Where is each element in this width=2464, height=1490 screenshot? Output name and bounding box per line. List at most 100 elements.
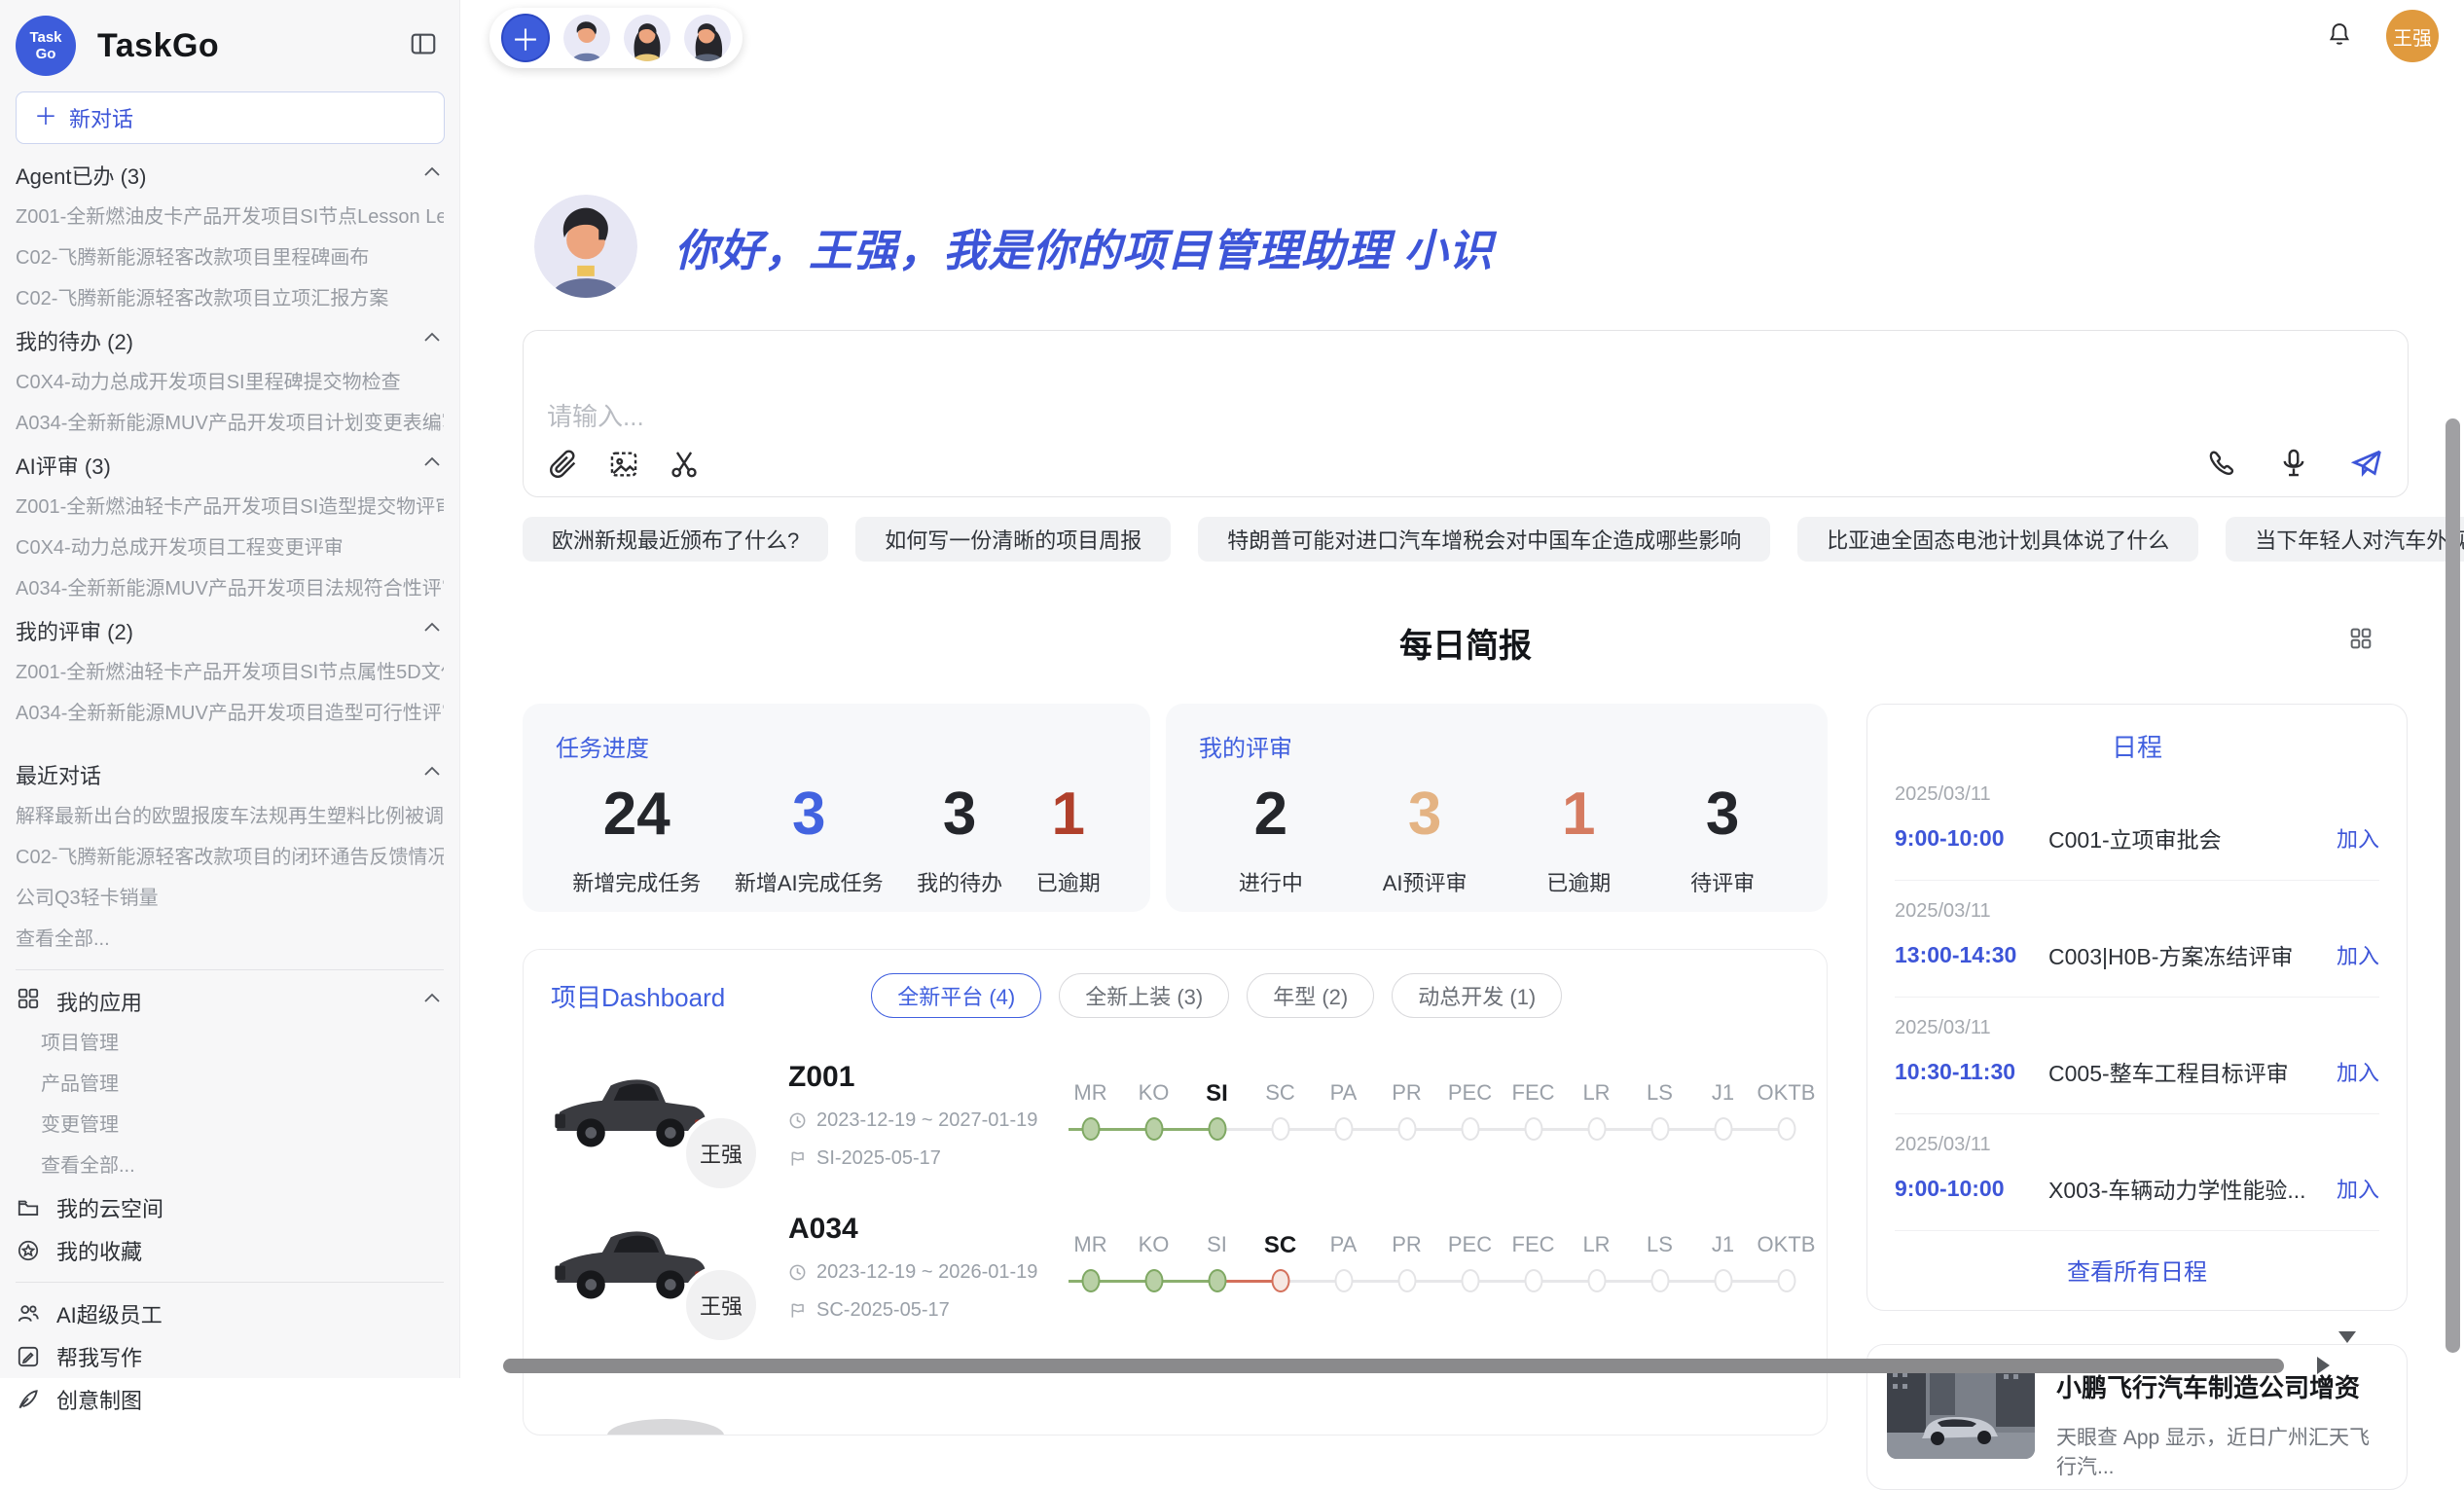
cloud-space-icon	[16, 1195, 41, 1220]
sidebar-item[interactable]: C02-飞腾新能源轻客改款项目里程碑画布	[16, 237, 444, 278]
join-meeting-link[interactable]: 加入	[2337, 1173, 2379, 1204]
stats-row: 24新增完成任务3新增AI完成任务3我的待办1已逾期	[556, 781, 1117, 897]
join-meeting-link[interactable]: 加入	[2337, 939, 2379, 970]
sidebar-item[interactable]: C0X4-动力总成开发项目SI里程碑提交物检查	[16, 362, 444, 403]
project-milestone-date: SI-2025-05-17	[816, 1147, 941, 1170]
recent-chat-item[interactable]: C02-飞腾新能源轻客改款项目的闭环通告反馈情况	[16, 837, 444, 878]
milestone-dot	[1208, 1117, 1226, 1141]
assistant-avatar	[534, 195, 637, 298]
app-item[interactable]: 变更管理	[16, 1105, 444, 1145]
my-apps-title-group: 我的应用	[16, 986, 142, 1017]
scroll-right-arrow[interactable]	[2317, 1357, 2330, 1374]
member-avatar[interactable]	[684, 15, 731, 61]
project-info: A0342023-12-19 ~ 2026-01-19SC-2025-05-17	[788, 1213, 1049, 1322]
dashboard-tab[interactable]: 动总开发 (1)	[1392, 973, 1562, 1018]
suggestion-chip[interactable]: 欧洲新规最近颁布了什么?	[523, 517, 828, 562]
sidebar-section-header[interactable]: Agent已办 (3)	[16, 154, 444, 197]
schedule-meeting-title: C003|H0B-方案冻结评审	[2048, 938, 2337, 971]
sidebar-item[interactable]: Z001-全新燃油皮卡产品开发项目SI节点Lesson Learn报告	[16, 197, 444, 237]
sidebar-section-header[interactable]: AI评审 (3)	[16, 444, 444, 487]
sidebar-collapse-icon[interactable]	[409, 29, 438, 63]
join-meeting-link[interactable]: 加入	[2337, 822, 2379, 854]
scroll-down-arrow[interactable]	[2338, 1331, 2356, 1343]
chevron-up-icon	[420, 451, 444, 480]
send-icon[interactable]	[2349, 446, 2384, 481]
layout-grid-icon[interactable]	[2347, 625, 2374, 657]
view-all-apps-link[interactable]: 查看全部...	[16, 1145, 444, 1186]
recent-chat-item[interactable]: 公司Q3轻卡销量	[16, 878, 444, 919]
milestone-dot	[1271, 1269, 1289, 1292]
new-chat-button[interactable]: ＋ 新对话	[16, 91, 445, 144]
write-icon	[16, 1344, 41, 1369]
stat-label: 新增AI完成任务	[735, 866, 884, 897]
milestone-dot	[1081, 1269, 1100, 1292]
scissors-icon[interactable]	[668, 448, 701, 481]
sidebar-item[interactable]: Z001-全新燃油轻卡产品开发项目SI节点属性5D文件评审	[16, 652, 444, 693]
sidebar-tool-item[interactable]: AI超级员工	[16, 1292, 444, 1335]
vertical-scrollbar[interactable]	[2446, 418, 2460, 1353]
sidebar-item[interactable]: A034-全新新能源MUV产品开发项目造型可行性评审	[16, 693, 444, 734]
milestone-dot	[1144, 1117, 1163, 1141]
member-avatar[interactable]	[563, 15, 610, 61]
dashboard-tab[interactable]: 全新平台 (4)	[871, 973, 1041, 1018]
schedule-time: 9:00-10:00	[1895, 1176, 2048, 1202]
add-session-button[interactable]: ＋	[501, 14, 550, 62]
schedule-time: 13:00-14:30	[1895, 942, 2048, 968]
briefing-card: 我的评审2进行中3AI预评审1已逾期3待评审	[1166, 704, 1828, 912]
stat-block: 1已逾期	[1036, 781, 1101, 897]
milestone-cell	[1755, 1259, 1818, 1302]
suggestion-chip[interactable]: 如何写一份清晰的项目周报	[855, 517, 1171, 562]
join-meeting-link[interactable]: 加入	[2337, 1056, 2379, 1087]
view-all-chats-link[interactable]: 查看全部...	[16, 919, 444, 960]
sidebar-section-header-my-apps[interactable]: 我的应用	[16, 980, 444, 1023]
sidebar-tool-item[interactable]: 创意制图	[16, 1378, 444, 1421]
sidebar-item[interactable]: C02-飞腾新能源轻客改款项目立项汇报方案	[16, 278, 444, 319]
sidebar-item-cloud-space[interactable]: 我的云空间	[16, 1186, 444, 1229]
project-list: 王强Z0012023-12-19 ~ 2027-01-19SI-2025-05-…	[551, 1061, 1799, 1322]
milestone-label: PA	[1312, 1232, 1375, 1259]
chevron-up-icon	[420, 760, 444, 789]
view-all-schedule-link[interactable]: 查看所有日程	[1895, 1231, 2379, 1296]
recent-chat-item[interactable]: 解释最新出台的欧盟报废车法规再生塑料比例被调至15%...	[16, 796, 444, 837]
sidebar-item[interactable]: Z001-全新燃油轻卡产品开发项目SI造型提交物评审	[16, 487, 444, 527]
sidebar-tool-item[interactable]: 帮我写作	[16, 1335, 444, 1378]
suggestion-chip[interactable]: 特朗普可能对进口汽车增税会对中国车企造成哪些影响	[1198, 517, 1770, 562]
paperclip-icon[interactable]	[547, 448, 580, 481]
project-row[interactable]: 王强Z0012023-12-19 ~ 2027-01-19SI-2025-05-…	[551, 1061, 1799, 1170]
sidebar-section-header[interactable]: 我的评审 (2)	[16, 609, 444, 652]
app-item[interactable]: 产品管理	[16, 1064, 444, 1105]
sidebar-item-favorites[interactable]: 我的收藏	[16, 1229, 444, 1272]
stat-block: 3新增AI完成任务	[735, 781, 884, 897]
app-item[interactable]: 项目管理	[16, 1023, 444, 1064]
phone-icon[interactable]	[2205, 447, 2238, 480]
horizontal-scrollbar[interactable]	[503, 1359, 2284, 1373]
milestone-label: MR	[1059, 1232, 1122, 1259]
milestone-dot	[1081, 1117, 1100, 1141]
suggestion-chip[interactable]: 比亚迪全固态电池计划具体说了什么	[1797, 517, 2198, 562]
member-avatar[interactable]	[624, 15, 670, 61]
dashboard-tab[interactable]: 年型 (2)	[1247, 973, 1374, 1018]
project-code: Z001	[788, 1061, 1049, 1094]
milestone-dot	[1714, 1269, 1732, 1292]
project-owner-badge: 王强	[681, 1265, 761, 1345]
sidebar-item[interactable]: C0X4-动力总成开发项目工程变更评审	[16, 527, 444, 568]
project-row[interactable]: 王强A0342023-12-19 ~ 2026-01-19SC-2025-05-…	[551, 1213, 1799, 1322]
sidebar-section-header[interactable]: 我的待办 (2)	[16, 319, 444, 362]
star-icon	[16, 1238, 41, 1263]
schedule-item: 2025/03/119:00-10:00C001-立项审批会加入	[1895, 764, 2379, 881]
app-logo[interactable]: Task Go	[16, 16, 76, 76]
milestone-cell	[1185, 1259, 1249, 1302]
suggestion-chip[interactable]: 当下年轻人对汽车外观有怎样的喜好趋势	[2226, 517, 2464, 562]
stat-value: 2	[1239, 781, 1303, 849]
milestone-cell	[1185, 1108, 1249, 1150]
sidebar-section-header[interactable]: 最近对话	[16, 753, 444, 796]
image-icon[interactable]	[607, 448, 640, 481]
sidebar-item[interactable]: A034-全新新能源MUV产品开发项目计划变更表编写	[16, 403, 444, 444]
user-avatar[interactable]: 王强	[2386, 10, 2439, 62]
sidebar-item[interactable]: A034-全新新能源MUV产品开发项目法规符合性评审	[16, 568, 444, 609]
briefing-card-title: 任务进度	[556, 729, 1117, 763]
message-input[interactable]	[537, 339, 2094, 436]
microphone-icon[interactable]	[2277, 447, 2310, 480]
notification-bell-icon[interactable]	[2326, 20, 2353, 53]
dashboard-tab[interactable]: 全新上装 (3)	[1059, 973, 1229, 1018]
